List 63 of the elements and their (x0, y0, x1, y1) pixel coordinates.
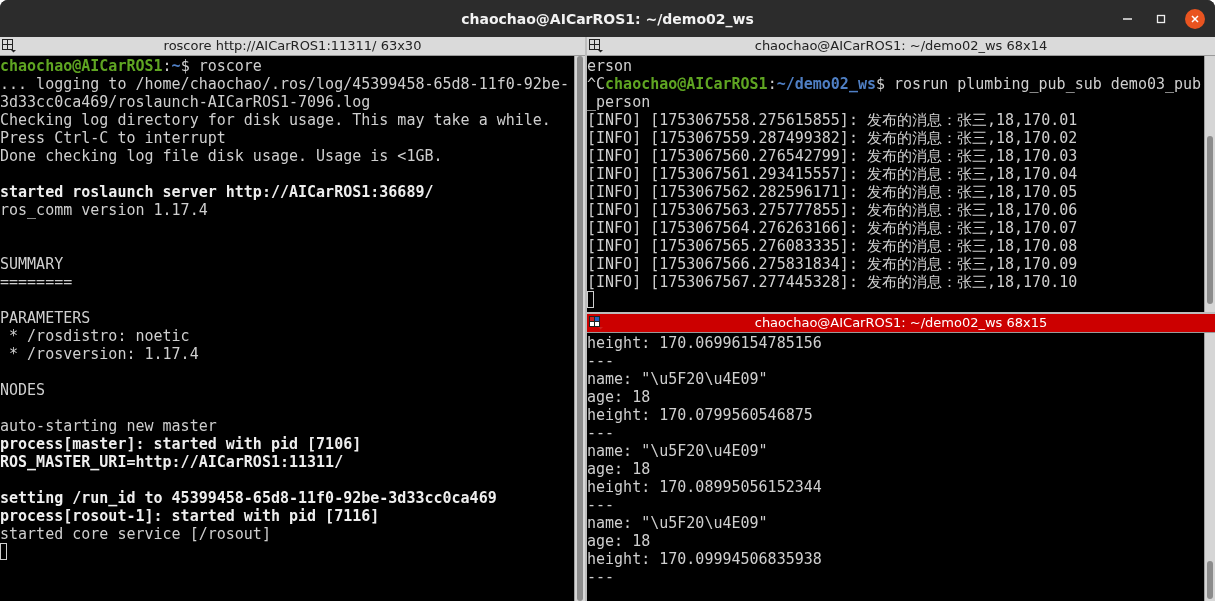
terminal-line: process[rosout-1]: started with pid [7116] (0, 507, 380, 525)
terminal-line: [INFO] [1753067559.287499382]: 发布的消息：张三,18,170.02 (587, 129, 1078, 147)
terminal-line: age: 18 (587, 388, 651, 406)
terminal-line: _person (587, 93, 651, 111)
terminal-line: height: 170.0799560546875 (587, 406, 813, 424)
terminal-line: SUMMARY (0, 255, 64, 273)
pane-title: chaochao@AICarROS1: ~/demo02_ws 68x14 (754, 37, 1048, 55)
terminal-line: --- (587, 496, 615, 514)
terminal-line: --- (587, 352, 615, 370)
terminal-line: ROS_MASTER_URI=http://AICarROS1:11311/ (0, 453, 344, 471)
terminal-line: age: 18 (587, 532, 651, 550)
terminal-line: [INFO] [1753067563.275777855]: 发布的消息：张三,18,170.06 (587, 201, 1078, 219)
grid-icon[interactable] (589, 39, 603, 53)
terminal-line: auto-starting new master (0, 417, 217, 435)
terminal-line: process[master]: started with pid [7106] (0, 435, 362, 453)
terminal-line: chaochao@AICarROS1:~$ roscore (0, 57, 262, 75)
terminal-line: height: 170.08995056152344 (587, 478, 822, 496)
terminal-line: [INFO] [1753067565.276083335]: 发布的消息：张三,18,170.08 (587, 237, 1078, 255)
pane-title: chaochao@AICarROS1: ~/demo02_ws 68x15 (754, 314, 1048, 332)
terminal-line: [INFO] [1753067567.277445328]: 发布的消息：张三,18,170.10 (587, 273, 1078, 291)
terminal-line: --- (587, 424, 615, 442)
terminal-line: height: 170.09994506835938 (587, 550, 822, 568)
terminal-line: name: "\u5F20\u4E09" (587, 442, 768, 460)
terminal-line: started core service [/rosout] (0, 525, 271, 543)
close-button[interactable] (1185, 8, 1205, 29)
maximize-icon (1156, 13, 1166, 24)
terminal-line: Done checking log file disk usage. Usage is <1GB. (0, 147, 443, 165)
terminal-line: erson (587, 57, 633, 75)
terminal-line: Checking log directory for disk usage. This may take a while. (0, 111, 551, 129)
terminal-line: 3d33cc0ca469/roslaunch-AICarROS1-7096.log (0, 93, 371, 111)
minimize-icon (1122, 17, 1132, 20)
terminal-line: ======== (0, 273, 73, 291)
terminal-line: ros_comm version 1.17.4 (0, 201, 208, 219)
grid-icon[interactable] (589, 316, 603, 330)
close-icon (1190, 13, 1200, 24)
terminal-line: [INFO] [1753067558.275615855]: 发布的消息：张三,18,170.01 (587, 111, 1078, 129)
scrollbar[interactable] (1204, 56, 1215, 312)
terminal-line: PARAMETERS (0, 309, 91, 327)
scrollbar[interactable] (574, 56, 585, 601)
grid-icon[interactable] (2, 39, 16, 53)
terminal-line: * /rosdistro: noetic (8, 327, 190, 345)
cursor (587, 291, 594, 308)
terminal-line: age: 18 (587, 460, 651, 478)
scrollbar[interactable] (1204, 333, 1215, 601)
terminal-line: [INFO] [1753067564.276263166]: 发布的消息：张三,18,170.07 (587, 219, 1078, 237)
cursor (0, 543, 7, 560)
terminal-line: name: "\u5F20\u4E09" (587, 514, 768, 532)
terminal-line: [INFO] [1753067562.282596171]: 发布的消息：张三,18,170.05 (587, 183, 1078, 201)
terminal-line: ^Cchaochao@AICarROS1:~/demo02_ws$ rosrun plumbing_pub_sub demo03_pub (587, 75, 1202, 93)
terminal-line: setting /run_id to 45399458-65d8-11f0-92be-3d33cc0ca469 (0, 489, 497, 507)
terminal-line: Press Ctrl-C to interrupt (0, 129, 226, 147)
terminal-line: height: 170.06996154785156 (587, 334, 822, 352)
terminal-line: [INFO] [1753067561.293415557]: 发布的消息：张三,18,170.04 (587, 165, 1078, 183)
terminal-line: name: "\u5F20\u4E09" (587, 370, 768, 388)
terminal-line: ... logging to /home/chaochao/.ros/log/45399458-65d8-11f0-92be- (0, 75, 569, 93)
terminal-line: * /rosversion: 1.17.4 (8, 345, 199, 363)
terminal-line: [INFO] [1753067566.275831834]: 发布的消息：张三,18,170.09 (587, 255, 1078, 273)
terminal-line: NODES (0, 381, 46, 399)
window-title: chaochao@AICarROS1: ~/demo02_ws (461, 10, 754, 27)
terminal-line: started roslaunch server http://AICarROS1:36689/ (0, 183, 434, 201)
pane-title: roscore http://AICarROS1:11311/ 63x30 (163, 37, 422, 55)
terminal-line: --- (587, 568, 615, 586)
terminal-line: [INFO] [1753067560.276542799]: 发布的消息：张三,18,170.03 (587, 147, 1078, 165)
